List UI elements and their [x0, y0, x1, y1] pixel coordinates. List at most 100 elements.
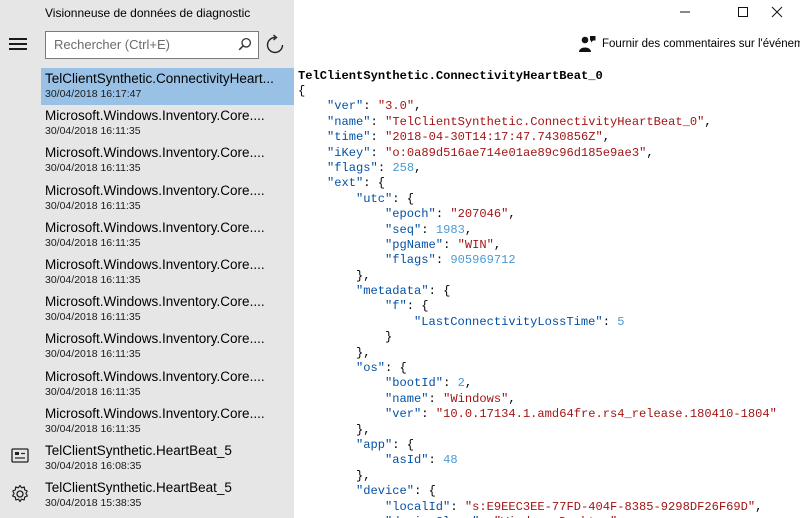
event-timestamp: 30/04/2018 16:11:35: [45, 311, 141, 324]
json-punctuation: },: [356, 468, 371, 483]
json-punctuation: ,: [464, 376, 473, 391]
json-punctuation: : {: [414, 484, 436, 499]
event-list-item[interactable]: TelClientSynthetic.ConnectivityHeart... 3…: [41, 68, 294, 106]
json-key: "ext": [327, 176, 364, 191]
close-icon: [771, 6, 783, 18]
json-punctuation: : {: [428, 284, 451, 299]
event-timestamp: 30/04/2018 16:11:35: [45, 273, 141, 286]
json-string-value: "2018-04-30T14:17:47.7430856Z": [385, 130, 603, 145]
feedback-button[interactable]: Fournir des commentaires sur l'événement: [578, 34, 800, 54]
event-timestamp: 30/04/2018 15:38:35: [45, 497, 142, 510]
event-name: TelClientSynthetic.ConnectivityHeart...: [45, 71, 274, 86]
event-detail-viewer[interactable]: TelClientSynthetic.ConnectivityHeartBeat…: [298, 69, 800, 518]
json-line: "metadata": {: [298, 284, 800, 299]
json-line: "epoch": "207046",: [298, 207, 800, 222]
event-list-item[interactable]: Microsoft.Windows.Inventory.Core.... 30/0…: [41, 142, 294, 179]
json-line: "pgName": "WIN",: [298, 238, 800, 253]
event-timestamp: 30/04/2018 16:11:35: [45, 125, 141, 138]
json-punctuation: :: [421, 222, 436, 237]
sidebar: Visionneuse de données de diagnostic Tel…: [0, 0, 294, 518]
event-timestamp: 30/04/2018 16:11:35: [45, 162, 141, 175]
json-string-value: "3.0": [377, 99, 415, 114]
event-name: Microsoft.Windows.Inventory.Core....: [45, 108, 265, 124]
json-string-value: "207046": [450, 207, 509, 222]
json-punctuation: :: [428, 391, 444, 406]
event-list-item[interactable]: TelClientSynthetic.HeartBeat_5 30/04/2018…: [41, 477, 294, 514]
json-string-value: "TelClientSynthetic.ConnectivityHeartBea…: [385, 114, 705, 129]
event-name: Microsoft.Windows.Inventory.Core....: [45, 294, 265, 310]
json-key: "asId": [385, 453, 429, 468]
json-line: "LastConnectivityLossTime": 5: [298, 315, 800, 330]
json-punctuation: : {: [392, 191, 415, 206]
json-punctuation: ,: [602, 130, 611, 145]
json-number-value: 905969712: [450, 253, 516, 268]
event-timestamp: 30/04/2018 16:11:35: [45, 199, 141, 212]
json-punctuation: : {: [385, 361, 407, 376]
search-box[interactable]: [45, 31, 259, 59]
json-line: "ver": "3.0",: [298, 99, 800, 114]
json-key: "bootId": [385, 376, 444, 391]
event-list-item[interactable]: TelClientSynthetic.HeartBeat_5 30/04/2018…: [41, 440, 294, 477]
json-line: },: [298, 423, 800, 438]
minimize-button[interactable]: [662, 0, 708, 24]
event-list: TelClientSynthetic.ConnectivityHeart... 3…: [41, 68, 294, 514]
event-name: Microsoft.Windows.Inventory.Core....: [45, 182, 265, 198]
event-name: Microsoft.Windows.Inventory.Core....: [45, 331, 265, 347]
json-body: {"ver": "3.0", "name": "TelClientSyntheti…: [298, 84, 800, 518]
hamburger-menu-icon[interactable]: [9, 36, 29, 52]
json-line: "flags": 258,: [298, 161, 800, 176]
event-list-item[interactable]: Microsoft.Windows.Inventory.Core.... 30/0…: [41, 254, 294, 291]
event-list-item[interactable]: Microsoft.Windows.Inventory.Core.... 30/0…: [41, 180, 294, 217]
json-line: "f": {: [298, 299, 800, 314]
app-title: Visionneuse de données de diagnostic: [45, 6, 251, 20]
json-line: }: [298, 330, 800, 345]
json-key: "time": [327, 130, 371, 145]
json-key: "localId": [385, 499, 451, 514]
event-list-item[interactable]: Microsoft.Windows.Inventory.Core.... 30/0…: [41, 366, 294, 403]
gear-icon[interactable]: [9, 483, 31, 505]
diagnostic-data-icon[interactable]: [9, 445, 31, 467]
json-line: "app": {: [298, 438, 800, 453]
json-string-value: "10.0.17134.1.amd64fre.rs4_release.18041…: [435, 407, 777, 422]
json-punctuation: },: [356, 268, 371, 283]
json-punctuation: ,: [508, 207, 516, 222]
json-number-value: 5: [617, 314, 625, 329]
json-punctuation: ,: [493, 237, 502, 252]
json-key: "metadata": [356, 284, 429, 299]
event-list-item[interactable]: Microsoft.Windows.Inventory.Core.... 30/0…: [41, 403, 294, 440]
json-string-value: "s:E9EEC3EE-77FD-404F-8385-9298DF26F69D": [464, 499, 756, 514]
json-line: "time": "2018-04-30T14:17:47.7430856Z",: [298, 130, 800, 145]
json-punctuation: : {: [363, 176, 386, 191]
event-timestamp: 30/04/2018 16:17:47: [45, 88, 142, 100]
json-key: "app": [356, 437, 393, 452]
event-list-item[interactable]: Microsoft.Windows.Inventory.Core.... 30/0…: [41, 328, 294, 365]
json-punctuation: ,: [508, 391, 516, 406]
json-key: "pgName": [385, 237, 444, 252]
json-key: "f": [385, 299, 407, 314]
json-line: "device": {: [298, 484, 800, 499]
json-punctuation: :: [421, 407, 436, 422]
event-list-item[interactable]: Microsoft.Windows.Inventory.Core.... 30/0…: [41, 291, 294, 328]
event-timestamp: 30/04/2018 16:11:35: [45, 348, 141, 361]
event-timestamp: 30/04/2018 16:08:35: [45, 459, 142, 472]
json-punctuation: :: [450, 499, 465, 514]
json-punctuation: ,: [704, 114, 712, 129]
close-button[interactable]: [754, 0, 800, 24]
json-punctuation: :: [428, 453, 444, 468]
json-line: "flags": 905969712: [298, 253, 800, 268]
json-line: "bootId": 2,: [298, 376, 800, 391]
search-input[interactable]: [46, 32, 236, 57]
event-list-item[interactable]: Microsoft.Windows.Inventory.Core.... 30/0…: [41, 217, 294, 254]
json-line: "asId": 48: [298, 453, 800, 468]
refresh-icon[interactable]: [264, 34, 286, 56]
event-list-item[interactable]: Microsoft.Windows.Inventory.Core.... 30/0…: [41, 105, 294, 142]
json-punctuation: },: [356, 422, 371, 437]
json-line: "iKey": "o:0a89d516ae714e01ae89c96d185e9…: [298, 146, 800, 161]
json-line: "ext": {: [298, 176, 800, 191]
event-name: Microsoft.Windows.Inventory.Core....: [45, 368, 265, 384]
json-key: "epoch": [385, 207, 436, 222]
event-name: Microsoft.Windows.Inventory.Core....: [45, 219, 265, 235]
search-icon[interactable]: [238, 37, 252, 51]
json-line: "os": {: [298, 361, 800, 376]
json-key: "ver": [385, 407, 422, 422]
